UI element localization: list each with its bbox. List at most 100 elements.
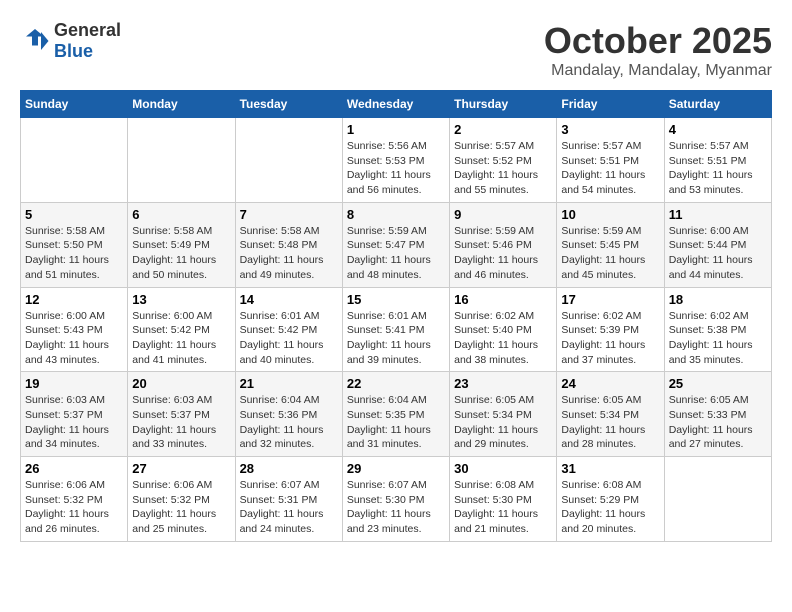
day-info: Sunrise: 6:00 AMSunset: 5:43 PMDaylight:… xyxy=(25,309,123,368)
calendar-cell: 24 Sunrise: 6:05 AMSunset: 5:34 PMDayligh… xyxy=(557,372,664,457)
calendar-cell: 9 Sunrise: 5:59 AMSunset: 5:46 PMDaylight… xyxy=(450,202,557,287)
day-info: Sunrise: 5:56 AMSunset: 5:53 PMDaylight:… xyxy=(347,139,445,198)
header-wednesday: Wednesday xyxy=(342,91,449,118)
day-number: 2 xyxy=(454,122,552,137)
calendar-cell xyxy=(21,118,128,203)
calendar-cell: 21 Sunrise: 6:04 AMSunset: 5:36 PMDayligh… xyxy=(235,372,342,457)
day-info: Sunrise: 6:08 AMSunset: 5:30 PMDaylight:… xyxy=(454,478,552,537)
title-block: October 2025 Mandalay, Mandalay, Myanmar xyxy=(544,20,772,80)
day-info: Sunrise: 5:59 AMSunset: 5:45 PMDaylight:… xyxy=(561,224,659,283)
header-tuesday: Tuesday xyxy=(235,91,342,118)
day-number: 20 xyxy=(132,376,230,391)
day-number: 29 xyxy=(347,461,445,476)
day-info: Sunrise: 6:04 AMSunset: 5:35 PMDaylight:… xyxy=(347,393,445,452)
day-number: 15 xyxy=(347,292,445,307)
calendar-cell: 23 Sunrise: 6:05 AMSunset: 5:34 PMDayligh… xyxy=(450,372,557,457)
day-info: Sunrise: 6:04 AMSunset: 5:36 PMDaylight:… xyxy=(240,393,338,452)
day-number: 30 xyxy=(454,461,552,476)
calendar-cell: 28Sunrise: 6:07 AMSunset: 5:31 PMDayligh… xyxy=(235,457,342,542)
day-info: Sunrise: 6:02 AMSunset: 5:39 PMDaylight:… xyxy=(561,309,659,368)
calendar-table: SundayMondayTuesdayWednesdayThursdayFrid… xyxy=(20,90,772,542)
day-info: Sunrise: 6:00 AMSunset: 5:44 PMDaylight:… xyxy=(669,224,767,283)
month-title: October 2025 xyxy=(544,20,772,62)
day-info: Sunrise: 6:03 AMSunset: 5:37 PMDaylight:… xyxy=(25,393,123,452)
day-info: Sunrise: 5:58 AMSunset: 5:48 PMDaylight:… xyxy=(240,224,338,283)
day-number: 14 xyxy=(240,292,338,307)
day-number: 5 xyxy=(25,207,123,222)
day-number: 19 xyxy=(25,376,123,391)
calendar-cell: 22 Sunrise: 6:04 AMSunset: 5:35 PMDayligh… xyxy=(342,372,449,457)
calendar-cell: 16 Sunrise: 6:02 AMSunset: 5:40 PMDayligh… xyxy=(450,287,557,372)
day-number: 23 xyxy=(454,376,552,391)
calendar-week-5: 26 Sunrise: 6:06 AMSunset: 5:32 PMDayligh… xyxy=(21,457,772,542)
header-thursday: Thursday xyxy=(450,91,557,118)
calendar-cell: 5Sunrise: 5:58 AMSunset: 5:50 PMDaylight… xyxy=(21,202,128,287)
calendar-cell xyxy=(664,457,771,542)
logo-icon xyxy=(20,26,50,56)
calendar-cell: 3 Sunrise: 5:57 AMSunset: 5:51 PMDaylight… xyxy=(557,118,664,203)
calendar-cell: 4 Sunrise: 5:57 AMSunset: 5:51 PMDaylight… xyxy=(664,118,771,203)
day-number: 1 xyxy=(347,122,445,137)
calendar-week-4: 19 Sunrise: 6:03 AMSunset: 5:37 PMDayligh… xyxy=(21,372,772,457)
calendar-cell xyxy=(128,118,235,203)
calendar-week-2: 5Sunrise: 5:58 AMSunset: 5:50 PMDaylight… xyxy=(21,202,772,287)
day-number: 3 xyxy=(561,122,659,137)
day-info: Sunrise: 5:57 AMSunset: 5:52 PMDaylight:… xyxy=(454,139,552,198)
day-info: Sunrise: 5:57 AMSunset: 5:51 PMDaylight:… xyxy=(561,139,659,198)
day-number: 4 xyxy=(669,122,767,137)
calendar-cell: 30 Sunrise: 6:08 AMSunset: 5:30 PMDayligh… xyxy=(450,457,557,542)
day-number: 31 xyxy=(561,461,659,476)
calendar-cell: 18 Sunrise: 6:02 AMSunset: 5:38 PMDayligh… xyxy=(664,287,771,372)
calendar-cell: 13 Sunrise: 6:00 AMSunset: 5:42 PMDayligh… xyxy=(128,287,235,372)
calendar-cell: 17 Sunrise: 6:02 AMSunset: 5:39 PMDayligh… xyxy=(557,287,664,372)
day-number: 11 xyxy=(669,207,767,222)
calendar-cell: 31 Sunrise: 6:08 AMSunset: 5:29 PMDayligh… xyxy=(557,457,664,542)
day-number: 12 xyxy=(25,292,123,307)
day-info: Sunrise: 6:01 AMSunset: 5:42 PMDaylight:… xyxy=(240,309,338,368)
calendar-cell: 8Sunrise: 5:59 AMSunset: 5:47 PMDaylight… xyxy=(342,202,449,287)
day-number: 13 xyxy=(132,292,230,307)
calendar-cell: 25Sunrise: 6:05 AMSunset: 5:33 PMDayligh… xyxy=(664,372,771,457)
calendar-cell: 26Sunrise: 6:06 AMSunset: 5:32 PMDayligh… xyxy=(21,457,128,542)
day-info: Sunrise: 5:59 AMSunset: 5:47 PMDaylight:… xyxy=(347,224,445,283)
calendar-cell: 2 Sunrise: 5:57 AMSunset: 5:52 PMDaylight… xyxy=(450,118,557,203)
day-info: Sunrise: 6:02 AMSunset: 5:38 PMDaylight:… xyxy=(669,309,767,368)
day-number: 10 xyxy=(561,207,659,222)
day-info: Sunrise: 6:00 AMSunset: 5:42 PMDaylight:… xyxy=(132,309,230,368)
day-number: 17 xyxy=(561,292,659,307)
day-number: 18 xyxy=(669,292,767,307)
calendar-header-row: SundayMondayTuesdayWednesdayThursdayFrid… xyxy=(21,91,772,118)
day-number: 9 xyxy=(454,207,552,222)
calendar-cell: 29 Sunrise: 6:07 AMSunset: 5:30 PMDayligh… xyxy=(342,457,449,542)
day-number: 24 xyxy=(561,376,659,391)
day-info: Sunrise: 6:06 AMSunset: 5:32 PMDaylight:… xyxy=(132,478,230,537)
day-info: Sunrise: 6:05 AMSunset: 5:33 PMDaylight:… xyxy=(669,393,767,452)
calendar-week-1: 1 Sunrise: 5:56 AMSunset: 5:53 PMDaylight… xyxy=(21,118,772,203)
day-info: Sunrise: 6:05 AMSunset: 5:34 PMDaylight:… xyxy=(454,393,552,452)
calendar-cell: 11 Sunrise: 6:00 AMSunset: 5:44 PMDayligh… xyxy=(664,202,771,287)
day-info: Sunrise: 6:05 AMSunset: 5:34 PMDaylight:… xyxy=(561,393,659,452)
day-info: Sunrise: 6:07 AMSunset: 5:30 PMDaylight:… xyxy=(347,478,445,537)
day-number: 7 xyxy=(240,207,338,222)
header-friday: Friday xyxy=(557,91,664,118)
calendar-cell xyxy=(235,118,342,203)
day-number: 16 xyxy=(454,292,552,307)
day-info: Sunrise: 6:08 AMSunset: 5:29 PMDaylight:… xyxy=(561,478,659,537)
calendar-cell: 14 Sunrise: 6:01 AMSunset: 5:42 PMDayligh… xyxy=(235,287,342,372)
day-info: Sunrise: 6:02 AMSunset: 5:40 PMDaylight:… xyxy=(454,309,552,368)
day-info: Sunrise: 6:07 AMSunset: 5:31 PMDaylight:… xyxy=(240,478,338,537)
day-number: 6 xyxy=(132,207,230,222)
header-saturday: Saturday xyxy=(664,91,771,118)
calendar-cell: 27Sunrise: 6:06 AMSunset: 5:32 PMDayligh… xyxy=(128,457,235,542)
page-header: General Blue October 2025 Mandalay, Mand… xyxy=(20,20,772,80)
day-info: Sunrise: 5:57 AMSunset: 5:51 PMDaylight:… xyxy=(669,139,767,198)
calendar-cell: 20Sunrise: 6:03 AMSunset: 5:37 PMDayligh… xyxy=(128,372,235,457)
day-info: Sunrise: 5:59 AMSunset: 5:46 PMDaylight:… xyxy=(454,224,552,283)
location: Mandalay, Mandalay, Myanmar xyxy=(544,62,772,80)
day-info: Sunrise: 5:58 AMSunset: 5:49 PMDaylight:… xyxy=(132,224,230,283)
day-number: 22 xyxy=(347,376,445,391)
calendar-cell: 12 Sunrise: 6:00 AMSunset: 5:43 PMDayligh… xyxy=(21,287,128,372)
day-number: 21 xyxy=(240,376,338,391)
calendar-cell: 10 Sunrise: 5:59 AMSunset: 5:45 PMDayligh… xyxy=(557,202,664,287)
day-number: 26 xyxy=(25,461,123,476)
